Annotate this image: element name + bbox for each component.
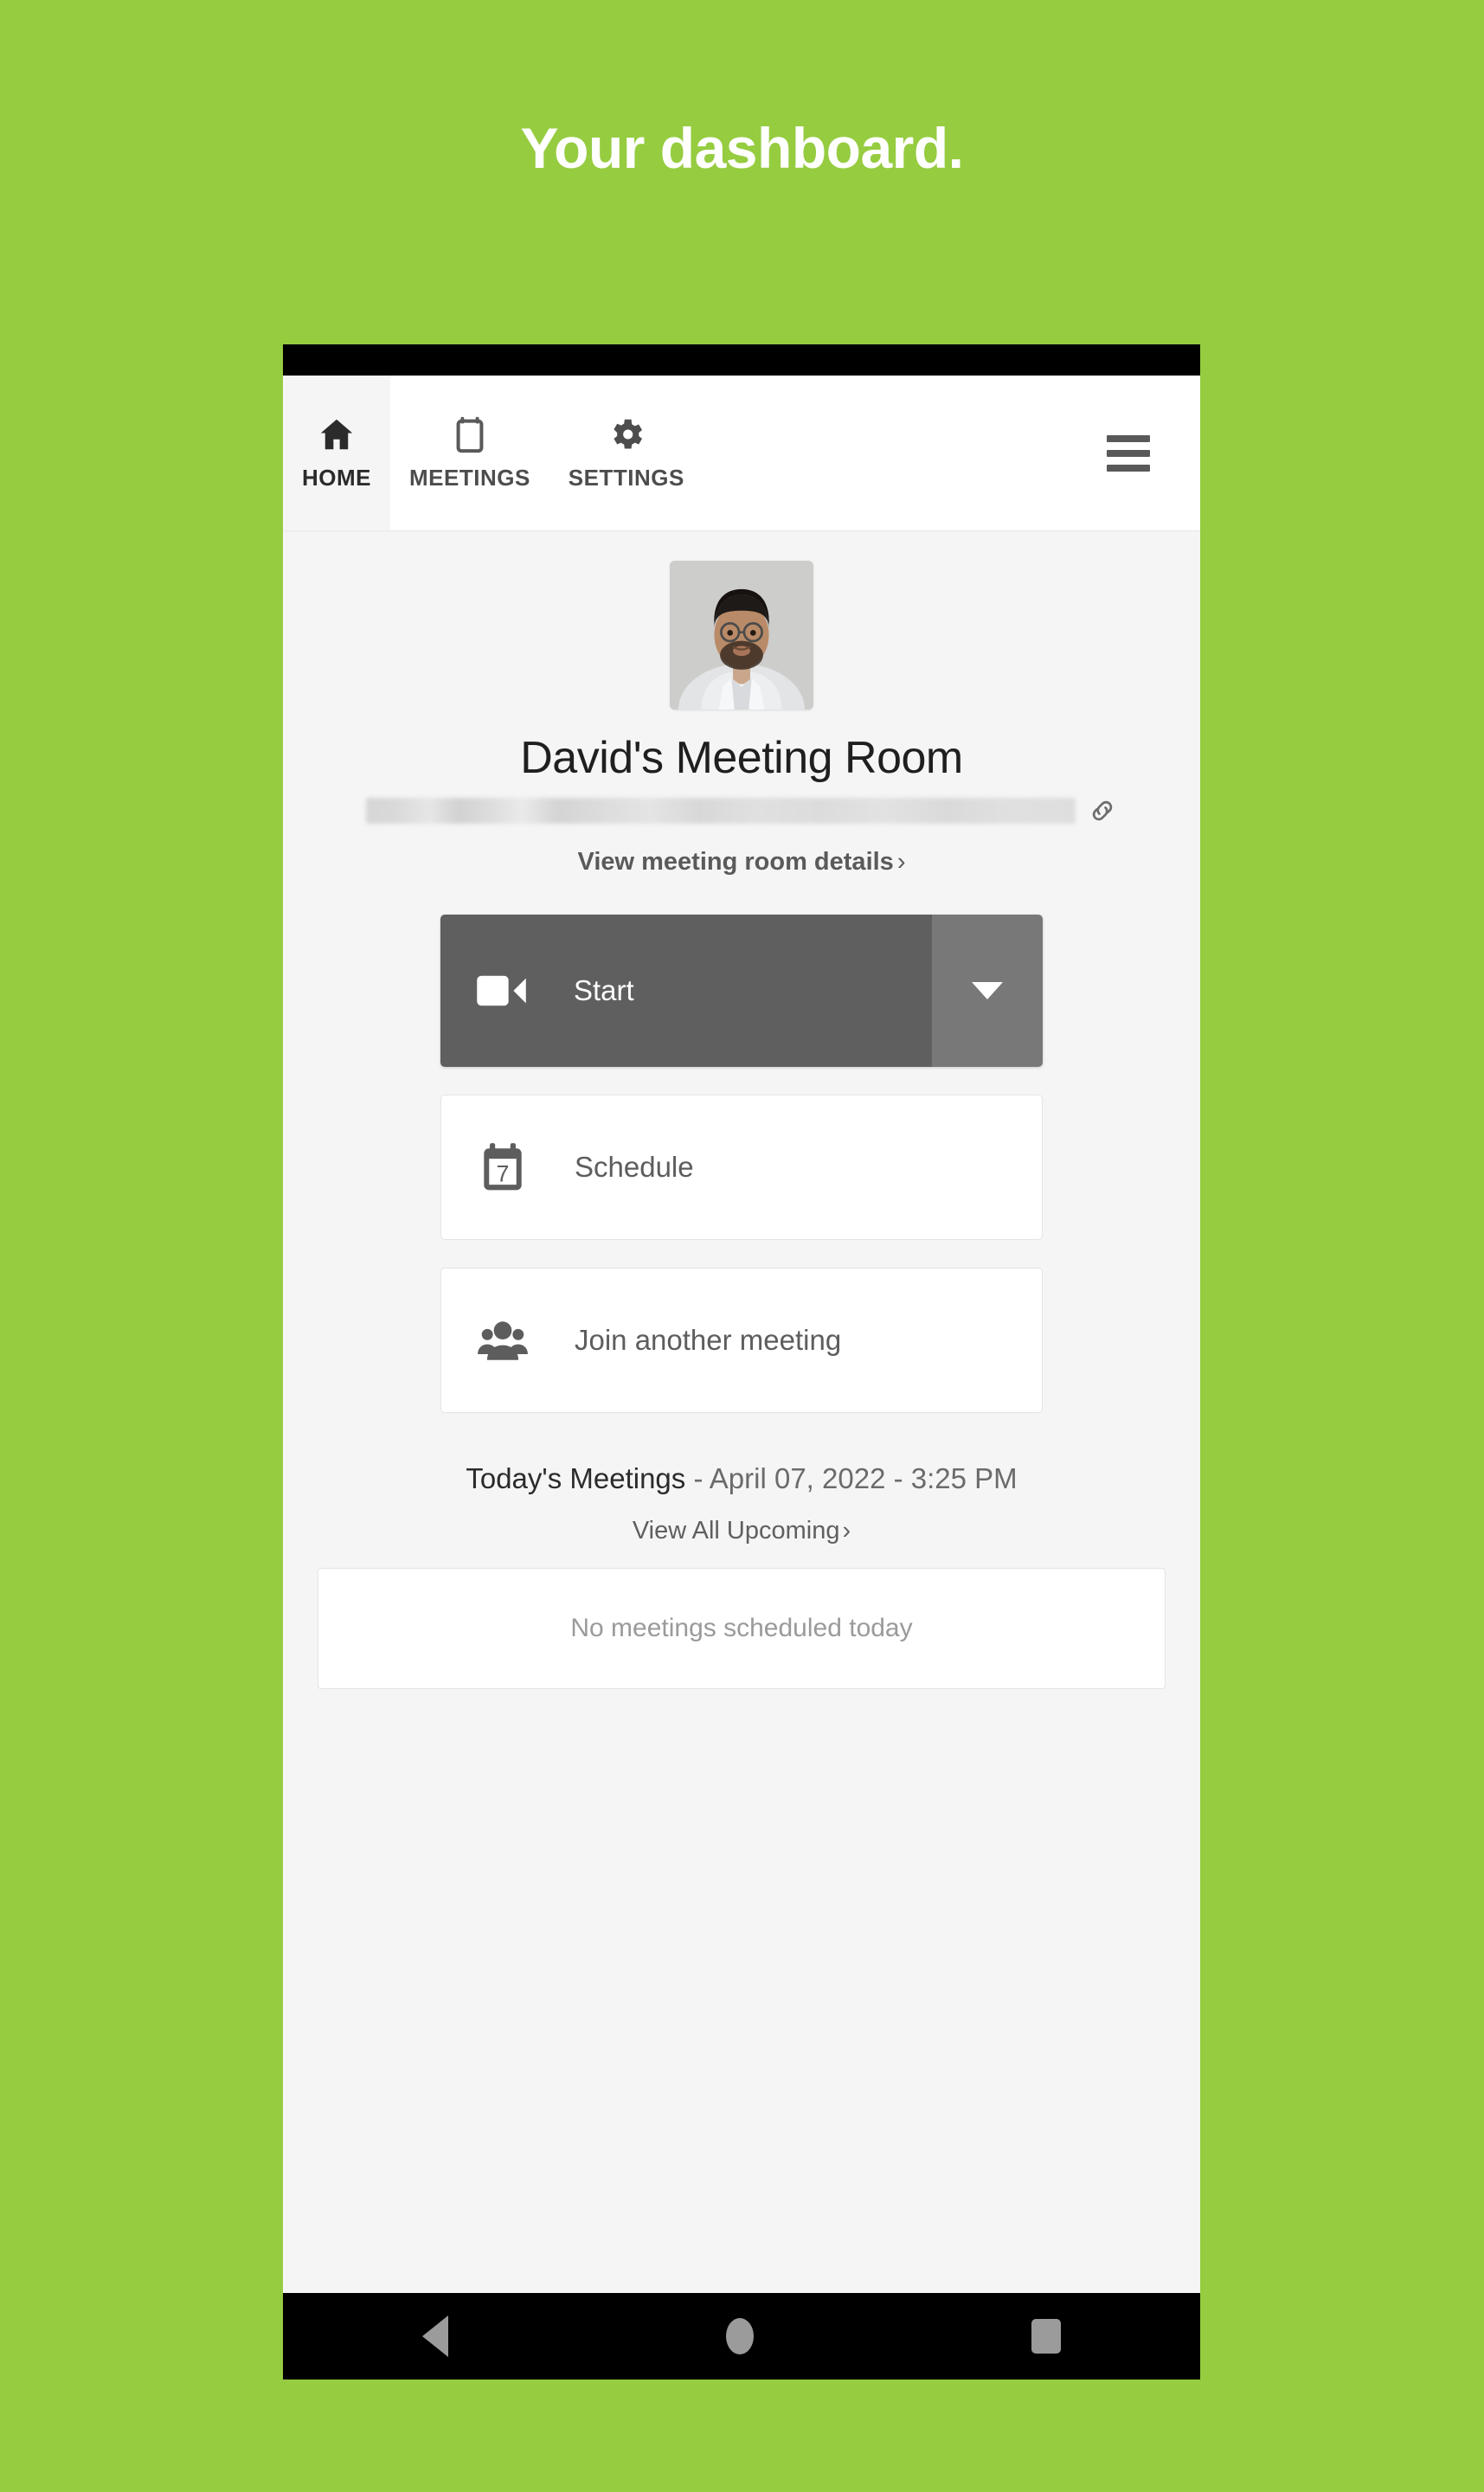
start-button-label: Start	[574, 974, 634, 1006]
tab-settings-label: SETTINGS	[568, 465, 684, 491]
tab-home-label: HOME	[302, 465, 371, 491]
tab-meetings[interactable]: MEETINGS	[390, 376, 549, 530]
chevron-right-icon: ›	[842, 1516, 851, 1545]
tab-home[interactable]: HOME	[283, 376, 390, 530]
hamburger-bar	[1107, 449, 1150, 457]
recents-square-icon[interactable]	[1031, 2319, 1062, 2354]
status-bar	[283, 344, 1200, 376]
view-room-details-label: View meeting room details	[577, 848, 894, 876]
tab-settings[interactable]: SETTINGS	[549, 376, 703, 530]
home-icon	[317, 414, 357, 454]
tab-meetings-label: MEETINGS	[409, 465, 530, 491]
link-icon[interactable]	[1088, 796, 1117, 825]
view-all-upcoming-label: View All Upcoming	[632, 1516, 840, 1545]
caret-down-icon	[972, 982, 1003, 999]
phone-frame: HOME MEETINGS SETTINGS David's Meeting R…	[283, 344, 1200, 2380]
gear-icon	[607, 414, 646, 454]
room-url-redacted	[366, 798, 1076, 824]
calendar-icon	[450, 414, 490, 454]
hamburger-icon[interactable]	[1081, 376, 1176, 530]
schedule-button[interactable]: 7 Schedule	[440, 1095, 1043, 1240]
view-room-details-link[interactable]: View meeting room details ›	[283, 848, 1200, 877]
home-circle-icon[interactable]	[725, 2318, 754, 2354]
hamburger-bar	[1107, 434, 1150, 442]
start-meeting-button[interactable]: Start	[440, 915, 1043, 1067]
video-camera-icon	[475, 971, 529, 1011]
avatar[interactable]	[670, 561, 813, 710]
room-title: David's Meeting Room	[520, 733, 963, 783]
start-button-row: Start	[283, 915, 1200, 1067]
no-meetings-card: No meetings scheduled today	[318, 1567, 1166, 1689]
back-triangle-icon[interactable]	[421, 2315, 448, 2357]
no-meetings-message: No meetings scheduled today	[570, 1613, 913, 1642]
svg-text:7: 7	[497, 1160, 510, 1186]
calendar-7-icon: 7	[476, 1140, 530, 1194]
schedule-button-row: 7 Schedule	[283, 1067, 1200, 1240]
action-buttons: Start 7 Schedule Join another meeting	[283, 915, 1200, 1413]
start-dropdown-button[interactable]	[932, 915, 1043, 1067]
hamburger-bar	[1107, 464, 1150, 472]
page-title: Your dashboard.	[520, 116, 965, 180]
join-another-meeting-button[interactable]: Join another meeting	[440, 1268, 1043, 1413]
view-all-upcoming-link[interactable]: View All Upcoming ›	[283, 1517, 1200, 1545]
todays-meetings-heading: Today's Meetings - April 07, 2022 - 3:25…	[283, 1461, 1200, 1496]
top-navigation: HOME MEETINGS SETTINGS	[283, 376, 1200, 531]
dashboard-content: David's Meeting Room View meeting room d…	[283, 531, 1200, 2293]
join-button-row: Join another meeting	[283, 1240, 1200, 1413]
room-url-row	[283, 796, 1200, 825]
todays-meetings-datetime: - April 07, 2022 - 3:25 PM	[685, 1462, 1018, 1494]
people-group-icon	[476, 1313, 530, 1367]
todays-meetings-label: Today's Meetings	[466, 1462, 686, 1494]
android-navigation-bar	[283, 2293, 1200, 2380]
avatar-container	[283, 561, 1200, 710]
join-another-meeting-label: Join another meeting	[575, 1324, 842, 1356]
schedule-button-label: Schedule	[575, 1151, 694, 1183]
chevron-right-icon: ›	[896, 848, 906, 876]
start-button-main[interactable]: Start	[440, 915, 932, 1067]
